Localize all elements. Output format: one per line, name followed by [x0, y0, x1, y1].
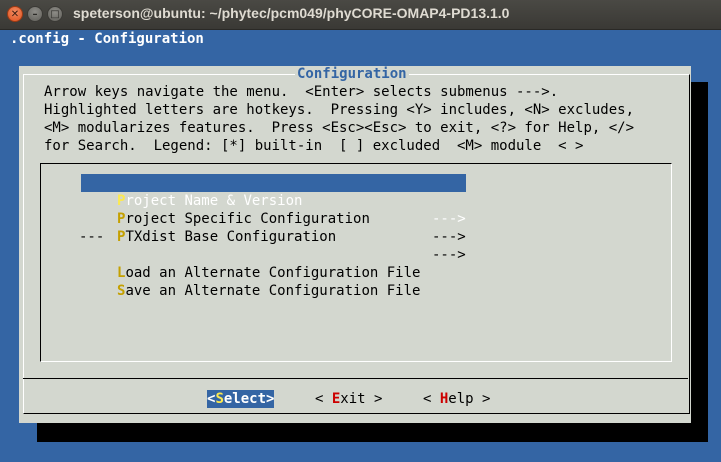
- button-divider: [23, 378, 688, 379]
- button-label: elect>: [223, 391, 275, 407]
- dialog-title: Configuration: [295, 66, 409, 82]
- menu-item-ptxdist-base-configuration[interactable]: PTXdist Base Configuration --->: [81, 210, 466, 263]
- exit-button[interactable]: < Exit >: [315, 390, 382, 408]
- button-label: elp >: [448, 391, 491, 407]
- help-text-line: <M> modularizes features. Press <Esc><Es…: [44, 120, 635, 136]
- config-header: .config - Configuration: [10, 31, 204, 47]
- button-label: xit >: [340, 391, 383, 407]
- window-title: speterson@ubuntu: ~/phytec/pcm049/phyCOR…: [73, 5, 510, 21]
- select-button[interactable]: <Select>: [207, 390, 275, 408]
- menu-separator: ---: [79, 229, 105, 245]
- submenu-arrow: --->: [432, 229, 466, 245]
- help-text-line: for Search. Legend: [*] built-in [ ] exc…: [44, 138, 584, 154]
- hotkey-letter: S: [215, 391, 224, 407]
- minimize-window-icon[interactable]: –: [27, 6, 43, 22]
- configuration-dialog: Configuration Arrow keys navigate the me…: [19, 66, 691, 423]
- maximize-window-icon[interactable]: □: [47, 6, 63, 22]
- menu-item-label: ave an Alternate Configuration File: [125, 283, 421, 299]
- button-bracket: <: [315, 391, 332, 407]
- menu-item-load-alternate-configuration[interactable]: Load an Alternate Configuration File: [81, 246, 466, 281]
- window-titlebar: ✕ – □ speterson@ubuntu: ~/phytec/pcm049/…: [0, 0, 721, 30]
- menu-item-project-specific-configuration[interactable]: Project Specific Configuration --->: [81, 192, 466, 245]
- help-button[interactable]: < Help >: [423, 390, 490, 408]
- button-bracket: <: [423, 391, 440, 407]
- menu-item-label: TXdist Base Configuration: [125, 229, 337, 245]
- close-window-icon[interactable]: ✕: [7, 6, 23, 22]
- menu-item-save-alternate-configuration[interactable]: Save an Alternate Configuration File: [81, 264, 466, 299]
- help-text-line: Highlighted letters are hotkeys. Pressin…: [44, 102, 635, 118]
- help-text-line: Arrow keys navigate the menu. <Enter> se…: [44, 84, 559, 100]
- menu-item-project-name-version[interactable]: Project Name & Version --->: [81, 174, 466, 227]
